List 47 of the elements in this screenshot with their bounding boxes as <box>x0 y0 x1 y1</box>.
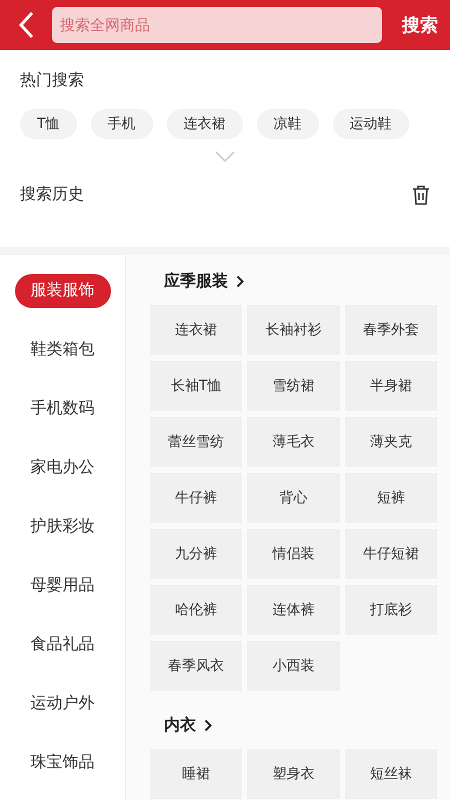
category-item[interactable]: 食品礼品 <box>14 628 110 662</box>
category-item[interactable]: 服装服饰 <box>14 274 110 308</box>
subcategory-item[interactable]: 春季外套 <box>344 305 437 355</box>
subcategory-item[interactable]: 哈伦裤 <box>150 585 242 635</box>
subcategory-item[interactable]: 蕾丝雪纺 <box>150 417 242 467</box>
category-title: 应季服装 <box>164 270 228 292</box>
subcategory-item[interactable]: 塑身衣 <box>247 749 340 799</box>
category-item[interactable]: 珠宝饰品 <box>14 746 110 780</box>
subcategory-item[interactable]: 薄夹克 <box>344 417 437 467</box>
subcategory-item[interactable]: 牛仔裤 <box>150 473 242 523</box>
hot-search-tag[interactable]: 运动鞋 <box>332 109 409 139</box>
category-title: 内衣 <box>164 714 196 736</box>
section-title: 热门搜索 <box>20 70 85 91</box>
subcategory-item[interactable]: 春季风衣 <box>150 641 242 691</box>
search-field[interactable]: 搜索全网商品 <box>52 7 382 43</box>
subcategory-item[interactable]: 长袖衬衫 <box>247 305 340 355</box>
section-title: 搜索历史 <box>20 184 84 205</box>
hot-search-tag[interactable]: 手机 <box>90 109 153 139</box>
chevron-right-icon[interactable] <box>204 718 212 732</box>
category-item[interactable]: 家电办公 <box>14 450 110 484</box>
hot-search-tag[interactable]: 凉鞋 <box>256 109 319 139</box>
subcategory-item[interactable]: 情侣装 <box>247 529 340 579</box>
trash-icon[interactable] <box>412 184 430 204</box>
hot-search-tag[interactable]: T恤 <box>20 109 77 139</box>
subcategory-item[interactable]: 短裤 <box>344 473 437 523</box>
category-item[interactable]: 手机数码 <box>14 392 110 426</box>
category-item[interactable]: 鞋类箱包 <box>14 332 110 366</box>
category-item[interactable]: 运动户外 <box>14 686 110 720</box>
subcategory-item[interactable]: 薄毛衣 <box>247 417 340 467</box>
subcategory-item[interactable]: 背心 <box>247 473 340 523</box>
hot-search-tag[interactable]: 连衣裙 <box>166 109 243 139</box>
category-item[interactable]: 护肤彩妆 <box>14 510 110 544</box>
subcategory-item[interactable]: 长袖T恤 <box>150 361 242 411</box>
subcategory-item[interactable]: 短丝袜 <box>344 749 437 799</box>
subcategory-item[interactable]: 半身裙 <box>344 361 437 411</box>
category-item[interactable]: 母婴用品 <box>14 568 110 602</box>
chevron-right-icon[interactable] <box>236 274 244 288</box>
subcategory-item[interactable]: 睡裙 <box>150 749 242 799</box>
search-button[interactable]: 搜索 <box>400 13 440 37</box>
subcategory-item[interactable]: 小西装 <box>247 641 340 691</box>
subcategory-item[interactable]: 连衣裙 <box>150 305 242 355</box>
subcategory-item[interactable]: 九分裤 <box>150 529 242 579</box>
subcategory-item[interactable]: 牛仔短裙 <box>344 529 437 579</box>
subcategory-item[interactable]: 打底衫 <box>344 585 437 635</box>
subcategory-item[interactable]: 连体裤 <box>247 585 340 635</box>
back-icon[interactable] <box>18 11 34 39</box>
subcategory-item[interactable]: 雪纺裙 <box>247 361 340 411</box>
